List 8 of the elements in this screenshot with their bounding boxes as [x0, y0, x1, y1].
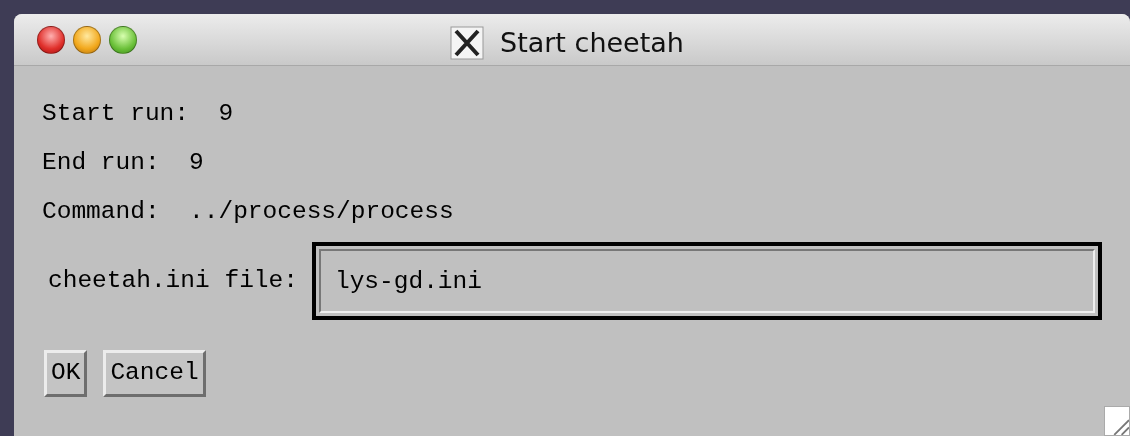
window-title: Start cheetah — [500, 26, 684, 60]
dialog-button[interactable]: Cancel — [103, 350, 206, 397]
info-line: Start run: 9 — [42, 99, 235, 129]
info-line: End run: 9 — [42, 147, 205, 178]
dialog-button[interactable]: OK — [44, 350, 88, 397]
field-label: cheetah.ini file: — [48, 265, 298, 296]
info-line: Command: ../process/process — [42, 196, 455, 227]
ini-file-field[interactable]: lys-gd.ini — [311, 242, 1102, 321]
